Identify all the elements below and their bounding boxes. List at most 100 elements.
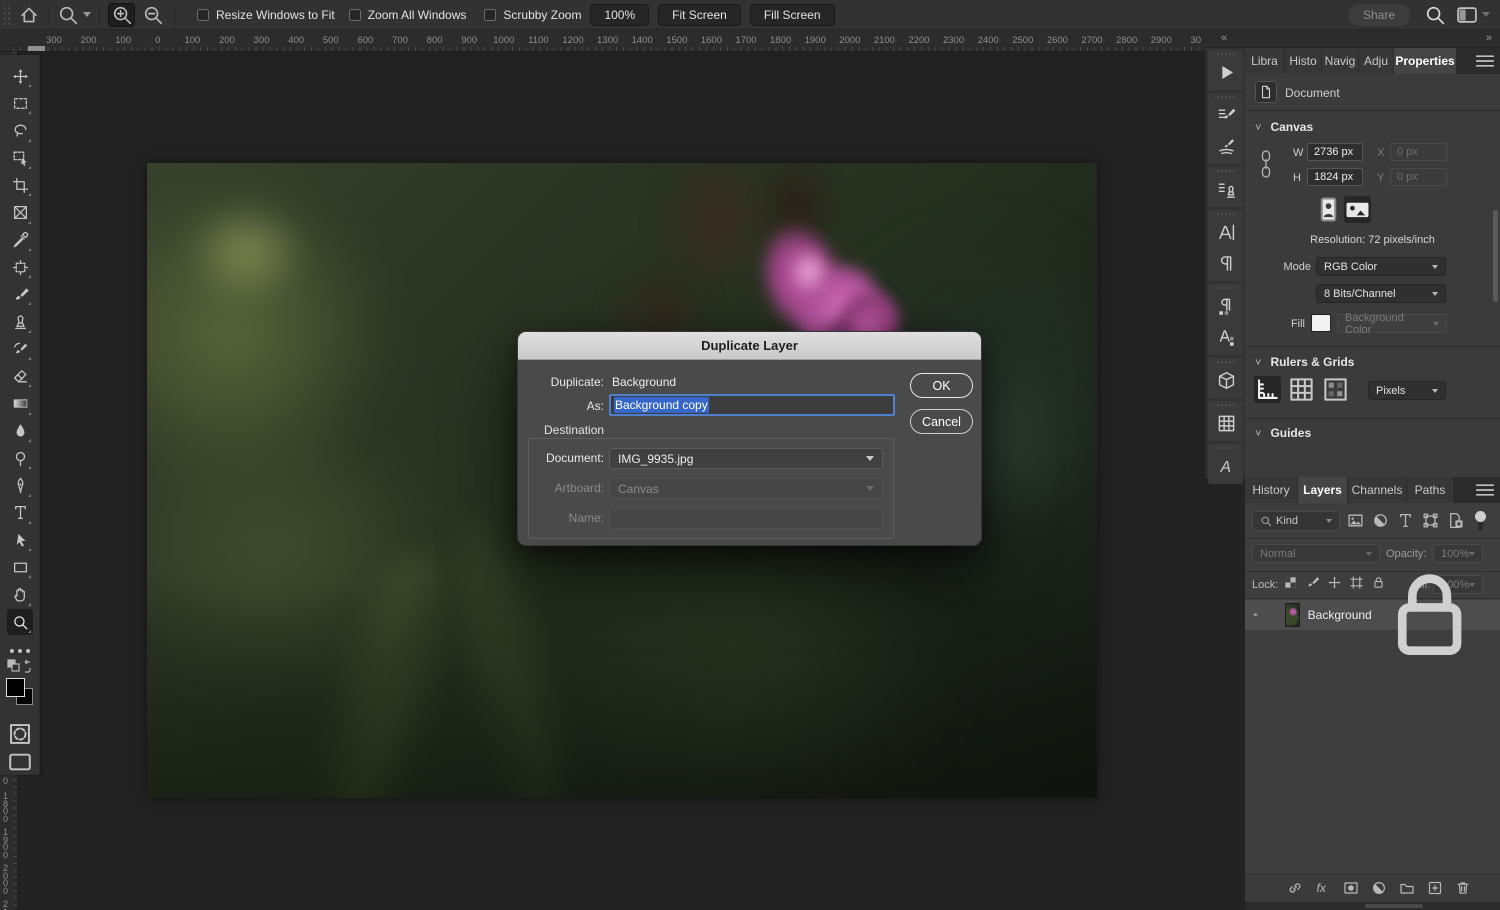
zoom-tool-badge-icon[interactable]: [57, 4, 79, 26]
tab-properties[interactable]: Properties: [1394, 48, 1457, 74]
resize-windows-checkbox[interactable]: Resize Windows to Fit: [197, 8, 335, 22]
dock-group-grip[interactable]: [1214, 93, 1237, 100]
orientation-landscape-button[interactable]: [1344, 196, 1371, 223]
search-icon[interactable]: [1424, 4, 1446, 26]
link-dimensions-icon[interactable]: [1259, 148, 1273, 180]
color-mode-dropdown[interactable]: RGB Color: [1316, 257, 1446, 276]
healing-brush-tool[interactable]: [7, 254, 33, 280]
dock-group-grip[interactable]: [1214, 167, 1237, 174]
bit-depth-dropdown[interactable]: 8 Bits/Channel: [1316, 284, 1446, 303]
object-selection-tool[interactable]: [7, 145, 33, 171]
eraser-tool[interactable]: [7, 363, 33, 389]
layers-panel-menu-icon[interactable]: [1474, 477, 1496, 503]
as-input[interactable]: Background copy: [609, 394, 895, 416]
tab-paths[interactable]: Paths: [1407, 477, 1454, 503]
dock-group-grip[interactable]: [1214, 50, 1237, 57]
layer-visibility-eye-icon[interactable]: [1253, 612, 1258, 617]
new-layer-icon[interactable]: [1427, 880, 1443, 896]
lock-artboard-icon[interactable]: [1349, 575, 1364, 590]
canvas-height-input[interactable]: 1824 px: [1307, 168, 1363, 186]
layer-effects-icon[interactable]: fx: [1315, 880, 1331, 896]
tab-layers[interactable]: Layers: [1298, 477, 1348, 503]
type-tool[interactable]: [7, 500, 33, 526]
swap-colors-icon[interactable]: [6, 658, 34, 676]
destination-document-dropdown[interactable]: IMG_9935.jpg: [609, 448, 883, 469]
tab-histo[interactable]: Histo: [1285, 48, 1322, 74]
ruler-units-dropdown[interactable]: Pixels: [1368, 381, 1446, 400]
share-button[interactable]: Share: [1348, 4, 1410, 26]
scrubby-zoom-checkbox[interactable]: Scrubby Zoom: [484, 8, 581, 22]
tab-navig[interactable]: Navig: [1322, 48, 1359, 74]
ok-button[interactable]: OK: [910, 373, 973, 398]
brush-tool[interactable]: [7, 281, 33, 307]
dock-group-grip[interactable]: [1214, 444, 1237, 451]
layer-filter-kind-dropdown[interactable]: Kind: [1252, 511, 1340, 531]
tool-preset-chevron-icon[interactable]: [83, 12, 91, 17]
smart-object-filter-icon[interactable]: [1447, 512, 1464, 529]
shape-layer-filter-icon[interactable]: [1422, 512, 1439, 529]
checkbox-icon[interactable]: [197, 9, 209, 21]
character-panel-icon[interactable]: [1208, 217, 1244, 248]
zoom-all-windows-checkbox[interactable]: Zoom All Windows: [349, 8, 467, 22]
foreground-color-swatch[interactable]: [6, 678, 25, 697]
frame-tool[interactable]: [7, 200, 33, 226]
adjustment-layer-icon[interactable]: [1371, 880, 1387, 896]
hand-tool[interactable]: [7, 582, 33, 608]
fit-screen-button[interactable]: Fit Screen: [658, 4, 741, 26]
layer-row-background[interactable]: Background: [1245, 600, 1500, 630]
lock-transparency-icon[interactable]: [1283, 575, 1298, 590]
dialog-title[interactable]: Duplicate Layer: [518, 332, 981, 360]
layer-thumbnail[interactable]: [1285, 603, 1299, 627]
lock-paint-icon[interactable]: [1305, 575, 1320, 590]
lasso-tool[interactable]: [7, 118, 33, 144]
filter-toggle-switch[interactable]: [1475, 511, 1486, 531]
marquee-tool[interactable]: [7, 90, 33, 116]
layers-hscroll-track[interactable]: [1245, 902, 1500, 910]
checkbox-icon[interactable]: [484, 9, 496, 21]
expand-dock-icon[interactable]: »: [1486, 32, 1492, 44]
delete-layer-icon[interactable]: [1455, 880, 1471, 896]
screen-mode-button[interactable]: [7, 749, 33, 775]
tab-channels[interactable]: Channels: [1348, 477, 1407, 503]
clone-source-panel-icon[interactable]: [1208, 174, 1244, 205]
rulers-grids-section-header[interactable]: ˅Rulers & Grids: [1255, 355, 1354, 369]
move-tool[interactable]: [7, 63, 33, 89]
brush-settings-panel-icon[interactable]: [1208, 100, 1244, 131]
properties-scrollbar[interactable]: [1493, 210, 1498, 302]
tab-adju[interactable]: Adju: [1359, 48, 1394, 74]
dock-group-grip[interactable]: [1214, 358, 1237, 365]
paragraph-panel-icon[interactable]: [1208, 248, 1244, 279]
clone-stamp-tool[interactable]: [7, 309, 33, 335]
layers-hscroll-thumb[interactable]: [1365, 904, 1423, 908]
zoom-in-button[interactable]: [108, 3, 135, 27]
toggle-pixel-grid-button[interactable]: [1322, 376, 1349, 403]
quick-mask-button[interactable]: [7, 721, 33, 747]
workspace-icon[interactable]: [1456, 4, 1478, 26]
dock-group-grip[interactable]: [1214, 401, 1237, 408]
home-icon[interactable]: [18, 4, 40, 26]
patterns-panel-icon[interactable]: [1208, 408, 1244, 439]
character-styles-panel-icon[interactable]: [1208, 322, 1244, 353]
tab-history[interactable]: History: [1245, 477, 1298, 503]
adjustment-layer-filter-icon[interactable]: [1372, 512, 1389, 529]
collapse-dock-icon[interactable]: «: [1221, 32, 1227, 44]
toggle-grid-button[interactable]: [1288, 376, 1315, 403]
guides-section-header[interactable]: ˅Guides: [1255, 426, 1311, 440]
glyphs-panel-icon[interactable]: A: [1208, 451, 1244, 482]
crop-tool[interactable]: [7, 172, 33, 198]
path-selection-tool[interactable]: [7, 527, 33, 553]
pixel-layer-filter-icon[interactable]: [1347, 512, 1364, 529]
new-group-icon[interactable]: [1399, 880, 1415, 896]
zoom-tool[interactable]: [7, 609, 33, 635]
canvas-width-input[interactable]: 2736 px: [1307, 143, 1363, 161]
zoom-out-button[interactable]: [139, 3, 166, 27]
options-bar-grip[interactable]: [2, 4, 10, 26]
zoom-100-button[interactable]: 100%: [590, 4, 649, 26]
type-layer-filter-icon[interactable]: [1397, 512, 1414, 529]
cancel-button[interactable]: Cancel: [910, 409, 973, 434]
checkbox-icon[interactable]: [349, 9, 361, 21]
dodge-tool[interactable]: [7, 445, 33, 471]
layer-name[interactable]: Background: [1308, 608, 1372, 622]
orientation-portrait-button[interactable]: [1315, 196, 1342, 223]
toggle-rulers-button[interactable]: [1254, 376, 1281, 403]
